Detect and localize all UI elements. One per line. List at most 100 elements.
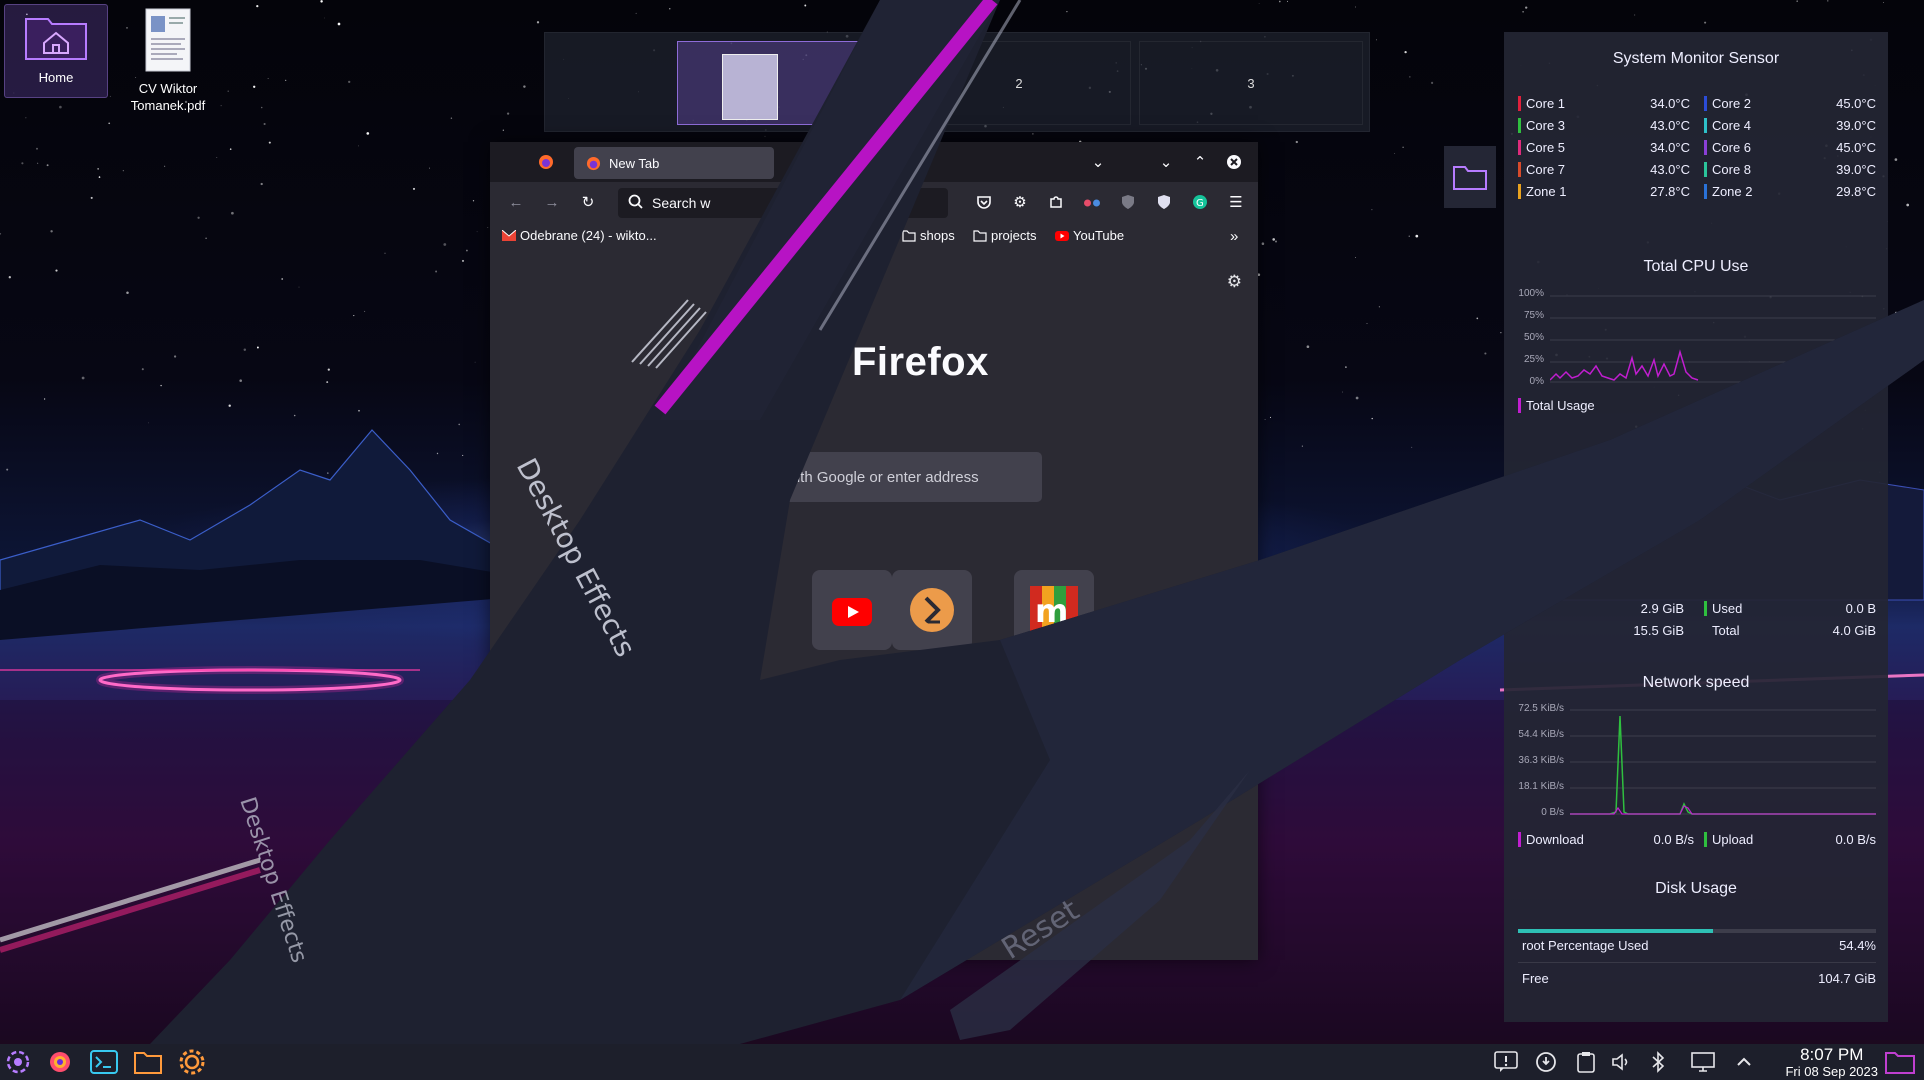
- show-desktop-folder-icon[interactable]: [1884, 1048, 1916, 1076]
- hamburger-menu-icon[interactable]: ☰: [1222, 188, 1250, 216]
- desktop-icon-cv-pdf[interactable]: CV Wiktor Tomanek.pdf: [116, 4, 220, 114]
- top-site-mbank[interactable]: m: [1014, 570, 1094, 650]
- minimize-icon[interactable]: ⌄: [1152, 148, 1180, 176]
- network-axis-tick: 36.3 KiB/s: [1518, 755, 1564, 766]
- digital-clock[interactable]: 8:07 PM Fri 08 Sep 2023: [1785, 1045, 1878, 1080]
- sensor-label: Core 4: [1712, 118, 1752, 133]
- bookmark-folder-projects[interactable]: projects: [973, 228, 1037, 243]
- address-bar[interactable]: Search w: [618, 188, 948, 218]
- grammarly-icon[interactable]: G: [1186, 188, 1214, 216]
- pager-desktop-1[interactable]: [677, 41, 899, 125]
- bookmark-label: projects: [991, 228, 1037, 243]
- gmail-icon: [502, 230, 516, 241]
- new-tab-page: ⚙ Firefox with Google or enter address m: [490, 256, 1258, 960]
- download-legend-swatch: [1518, 832, 1521, 847]
- notifications-icon[interactable]: [1490, 1048, 1522, 1076]
- bookmark-label: YouTube: [1073, 228, 1125, 243]
- forward-arrow-icon[interactable]: →: [538, 188, 566, 216]
- sensor-value: 43.0°C: [1650, 162, 1690, 177]
- folder-view-widget[interactable]: [1444, 146, 1496, 208]
- pocket-icon[interactable]: [970, 188, 998, 216]
- extensions-puzzle-icon[interactable]: [1042, 188, 1070, 216]
- network-axis-tick: 18.1 KiB/s: [1518, 781, 1564, 792]
- privacy-shield-icon[interactable]: [1150, 188, 1178, 216]
- system-monitor-widget: System Monitor Sensor Total CPU Use Tota…: [1504, 32, 1888, 1022]
- terminal-icon[interactable]: [88, 1048, 120, 1076]
- sensor-color-swatch: [1704, 140, 1707, 155]
- maximize-icon[interactable]: ⌃: [1186, 148, 1214, 176]
- sensor-value: 45.0°C: [1836, 140, 1876, 155]
- sensor-value: 39.0°C: [1836, 162, 1876, 177]
- cpu-axis-tick: 100%: [1518, 288, 1544, 299]
- volume-icon[interactable]: [1606, 1048, 1638, 1076]
- reload-icon[interactable]: ↻: [574, 188, 602, 216]
- bookmark-gmail[interactable]: Odebrane (24) - wikto...: [502, 228, 657, 243]
- top-site-youtube[interactable]: [812, 570, 892, 650]
- download-value: 0.0 B/s: [1653, 832, 1694, 847]
- cpu-axis-tick: 50%: [1523, 332, 1544, 343]
- disk-usage-label: root Percentage Used: [1522, 938, 1649, 953]
- tray-expand-icon[interactable]: [1728, 1048, 1760, 1076]
- gear-icon[interactable]: ⚙: [1227, 272, 1242, 292]
- network-icon[interactable]: [1688, 1048, 1720, 1076]
- new-tab-search-input[interactable]: with Google or enter address: [740, 452, 1042, 502]
- firefox-wordmark: Firefox: [852, 340, 989, 384]
- pager-desktop-3[interactable]: 3: [1139, 41, 1363, 125]
- sensor-color-swatch: [1704, 96, 1707, 111]
- list-all-tabs-chevron-down-icon[interactable]: ⌄: [1084, 148, 1112, 176]
- sensor-color-swatch: [1518, 118, 1521, 133]
- upload-value: 0.0 B/s: [1835, 832, 1876, 847]
- network-title: Network speed: [1642, 674, 1750, 691]
- cpu-axis-tick: 0%: [1529, 376, 1544, 387]
- close-icon[interactable]: [1220, 148, 1248, 176]
- color-picker-icon[interactable]: [44, 1048, 76, 1076]
- gear-extension-icon[interactable]: ⚙: [1006, 188, 1034, 216]
- sensor-color-swatch: [1518, 184, 1521, 199]
- taskbar: 8:07 PM Fri 08 Sep 2023: [0, 1044, 1924, 1080]
- files-icon[interactable]: [132, 1048, 164, 1076]
- bluetooth-icon[interactable]: [1642, 1048, 1674, 1076]
- sensor-color-swatch: [1518, 140, 1521, 155]
- sensor-color-swatch: [1518, 162, 1521, 177]
- top-site-plex[interactable]: [892, 570, 972, 650]
- bookmarks-toolbar: Odebrane (24) - wikto... shops projects …: [490, 222, 1258, 252]
- clock-time: 8:07 PM: [1800, 1045, 1864, 1064]
- sensor-label: Core 2: [1712, 96, 1752, 111]
- settings-icon[interactable]: [176, 1048, 208, 1076]
- back-arrow-icon[interactable]: ←: [502, 188, 530, 216]
- bookmark-youtube[interactable]: YouTube: [1055, 228, 1124, 243]
- bookmark-folder-shops[interactable]: shops: [902, 228, 955, 243]
- ram-total-value: 15.5 GiB: [1633, 623, 1684, 638]
- network-axis-tick: 54.4 KiB/s: [1518, 729, 1564, 740]
- desktop-icon-home[interactable]: Home: [4, 4, 108, 98]
- swap-used-value: 0.0 B: [1845, 601, 1876, 616]
- ublock-icon[interactable]: [1114, 188, 1142, 216]
- network-axis-tick: 0 B/s: [1541, 807, 1564, 818]
- upload-label: Upload: [1712, 832, 1754, 847]
- sensor-label: Core 6: [1712, 140, 1752, 155]
- pager-desktop-2[interactable]: 2: [907, 41, 1131, 125]
- youtube-icon: [1055, 230, 1069, 241]
- plex-icon: [910, 588, 954, 632]
- app-launcher-icon[interactable]: [2, 1048, 34, 1076]
- firefox-icon: [586, 156, 601, 170]
- sensor-value: 34.0°C: [1650, 140, 1690, 155]
- firefox-logo-icon: [798, 342, 842, 386]
- swap-used-label: Used: [1712, 601, 1743, 616]
- sensor-color-swatch: [1704, 118, 1707, 133]
- search-placeholder: with Google or enter address: [786, 468, 979, 486]
- clipboard-icon[interactable]: [1570, 1048, 1602, 1076]
- desktop-icon-label: CV Wiktor Tomanek.pdf: [130, 81, 206, 113]
- home-folder-icon: [5, 13, 107, 65]
- bookmarks-overflow-chevron-icon[interactable]: »: [1230, 228, 1238, 245]
- network-axis-tick: 72.5 KiB/s: [1518, 703, 1564, 714]
- disk-title: Disk Usage: [1655, 880, 1737, 897]
- firefox-view-icon[interactable]: [532, 148, 560, 176]
- glasses-extension-icon[interactable]: [1078, 188, 1106, 216]
- tab-new-tab[interactable]: New Tab: [574, 147, 774, 179]
- firefox-navigation-toolbar: ← → ↻ Search w ⚙ G ☰: [490, 182, 1258, 222]
- updates-icon[interactable]: [1530, 1048, 1562, 1076]
- pdf-document-icon: [116, 8, 220, 76]
- sensor-value: 45.0°C: [1836, 96, 1876, 111]
- clock-date: Fri 08 Sep 2023: [1785, 1064, 1878, 1079]
